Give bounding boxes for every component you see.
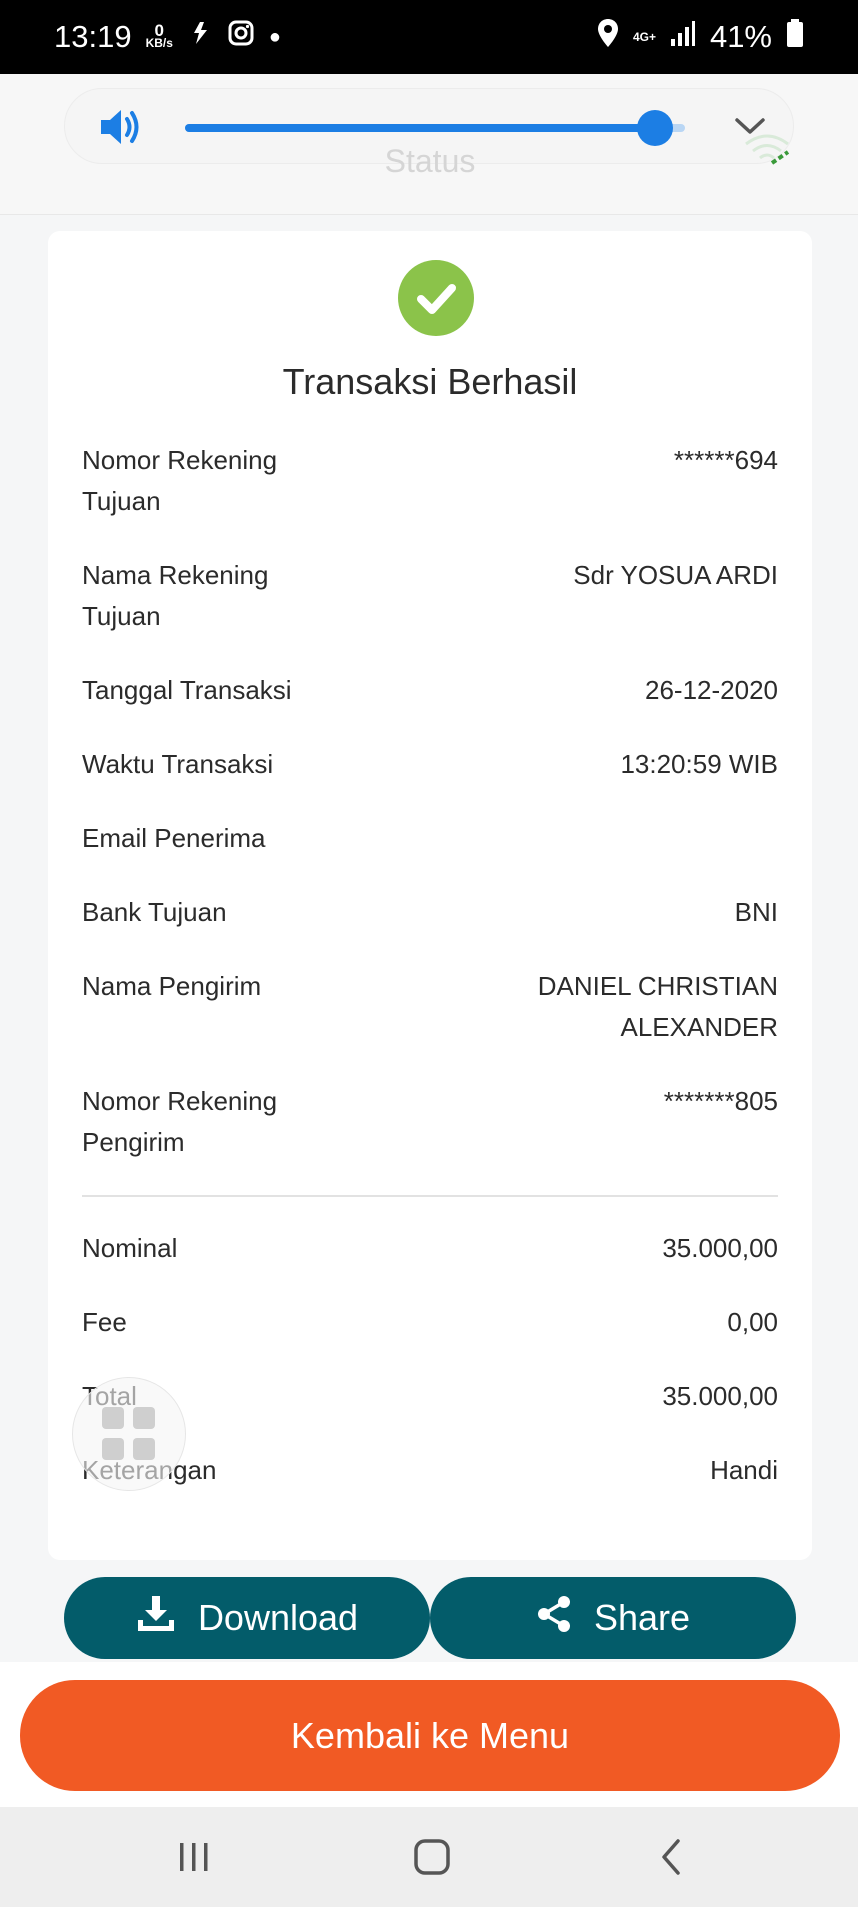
row-value: 35.000,00 <box>662 1233 778 1263</box>
volume-slider-fill <box>185 124 655 132</box>
row-label: Nominal <box>82 1233 178 1263</box>
instagram-icon <box>227 19 255 55</box>
clock: 13:19 <box>54 19 132 54</box>
success-check-icon <box>398 260 474 336</box>
row-label: Nomor Rekening Pengirim <box>82 1086 278 1157</box>
net-speed-unit: KB/s <box>145 36 173 50</box>
more-notifications-dot: ● <box>268 25 282 48</box>
download-icon <box>136 1594 176 1643</box>
receipt-card: Transaksi Berhasil Nomor Rekening Tujuan… <box>48 231 812 1560</box>
recents-icon[interactable] <box>164 1837 224 1877</box>
status-ghost-label: Status <box>384 143 476 179</box>
row-value: 26-12-2020 <box>645 675 778 705</box>
row-label: Nama Rekening Tujuan <box>82 560 269 631</box>
row-label: Bank Tujuan <box>82 897 227 927</box>
row-value: ******694 <box>673 445 778 475</box>
share-button[interactable]: Share <box>430 1577 796 1659</box>
home-icon[interactable] <box>402 1837 462 1877</box>
volume-slider[interactable] <box>185 110 685 146</box>
net-speed: 0 KB/s <box>145 22 173 50</box>
volume-icon[interactable] <box>99 107 143 147</box>
floating-grid-button[interactable] <box>72 1377 186 1491</box>
wifi-icon <box>742 130 792 166</box>
location-icon <box>597 18 619 56</box>
row-value: BNI <box>734 897 778 927</box>
divider <box>82 1195 778 1197</box>
receipt-title: Transaksi Berhasil <box>282 361 578 402</box>
battery-icon <box>786 18 804 56</box>
signal-icon <box>670 19 696 55</box>
row-value: DANIEL CHRISTIAN ALEXANDER <box>537 971 778 1042</box>
row-label: Fee <box>82 1307 127 1337</box>
status-bar-left: 13:19 0 KB/s ● <box>54 19 281 55</box>
row-label: Waktu Transaksi <box>82 749 274 779</box>
status-bar: 13:19 0 KB/s ● 4G+ 41% <box>0 0 858 74</box>
volume-slider-handle[interactable] <box>637 110 673 146</box>
row-value: Handi <box>710 1455 778 1485</box>
back-to-menu-label: Kembali ke Menu <box>290 1714 570 1756</box>
share-icon <box>536 1595 572 1642</box>
notification-icon <box>187 19 213 55</box>
volume-panel: Status <box>0 74 858 215</box>
download-button[interactable]: Download <box>64 1577 430 1659</box>
download-label: Download <box>197 1597 359 1638</box>
row-value: 35.000,00 <box>662 1381 778 1411</box>
row-label: Email Penerima <box>82 823 266 853</box>
row-label: Nomor Rekening Tujuan <box>82 445 278 516</box>
row-label: Nama Pengirim <box>82 971 262 1001</box>
volume-control: Status <box>64 88 794 179</box>
row-label: Tanggal Transaksi <box>82 675 292 705</box>
status-bar-right: 4G+ 41% <box>597 18 804 56</box>
row-value: *******805 <box>663 1086 778 1116</box>
network-type: 4G+ <box>632 30 656 44</box>
navigation-bar <box>0 1807 858 1907</box>
share-label: Share <box>593 1597 691 1638</box>
row-value: 13:20:59 WIB <box>620 749 778 779</box>
battery-percent: 41% <box>709 19 772 54</box>
row-value: 0,00 <box>727 1307 778 1337</box>
back-icon[interactable] <box>642 1837 702 1877</box>
back-to-menu-button[interactable]: Kembali ke Menu <box>20 1680 840 1791</box>
row-value: Sdr YOSUA ARDI <box>573 560 778 590</box>
